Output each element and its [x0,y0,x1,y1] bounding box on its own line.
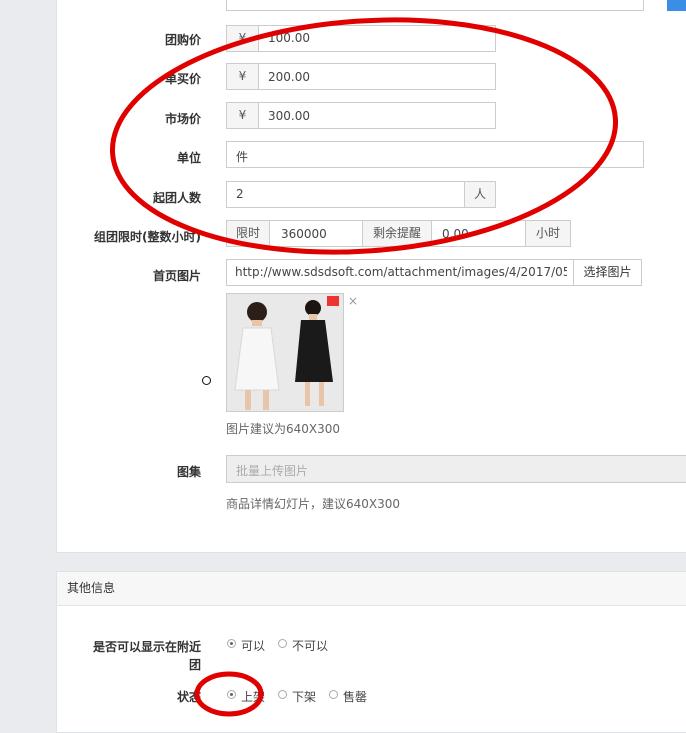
market-price-label: 市场价 [164,112,201,126]
status-on-shelf-label[interactable]: 上架 [241,688,265,705]
unit-label: 单位 [176,151,201,165]
home-image-hint: 图片建议为640X300 [226,422,341,436]
market-price-value: 300.00 [268,109,310,123]
single-price-currency: ¥ [226,63,259,90]
status-sold-out-radio[interactable] [329,690,338,699]
single-price-label: 单买价 [164,72,201,86]
time-limit-value: 360000 [281,227,327,241]
status-on-shelf-radio[interactable] [227,690,236,699]
status-label: 状态 [176,690,201,704]
time-limit-prefix: 限时 [226,220,270,247]
single-price-value: 200.00 [268,70,310,84]
min-people-value: 2 [236,187,244,201]
status-sold-out-label[interactable]: 售罄 [343,688,367,705]
gallery-hint: 商品详情幻灯片，建议640X300 [226,497,401,511]
group-price-value: 100.00 [268,31,310,45]
cursor-dot-icon [202,376,211,385]
gallery-label: 图集 [176,465,201,479]
goods-name-input[interactable] [226,0,644,11]
status-off-shelf-label[interactable]: 下架 [292,688,316,705]
min-people-suffix: 人 [464,181,496,208]
home-image-label: 首页图片 [152,269,201,283]
show-nearby-yes-label[interactable]: 可以 [241,637,265,654]
hours-suffix: 小时 [525,220,571,247]
show-nearby-no-label[interactable]: 不可以 [292,637,328,654]
show-nearby-no-radio[interactable] [278,639,287,648]
dress-photo-icon [227,294,343,411]
other-info-title: 其他信息 [57,572,686,606]
remind-value: 0.00 [442,227,469,241]
top-right-button[interactable] [667,0,686,11]
group-price-label: 团购价 [164,33,201,47]
remind-prefix: 剩余提醒 [362,220,432,247]
min-people-label: 起团人数 [152,191,201,205]
min-people-input[interactable] [226,181,465,208]
market-price-currency: ¥ [226,102,259,129]
select-image-button[interactable]: 选择图片 [573,259,642,286]
time-limit-label: 组团限时(整数小时) [94,230,201,244]
status-off-shelf-radio[interactable] [278,690,287,699]
home-image-url-value: http://www.sdsdsoft.com/attachment/image… [235,265,567,279]
group-price-currency: ¥ [226,25,259,52]
image-thumbnail [226,293,344,412]
show-nearby-yes-radio[interactable] [227,639,236,648]
unit-value: 件 [236,150,249,164]
remove-image-icon[interactable]: × [348,294,358,308]
show-nearby-label-line2: 团 [188,658,201,672]
gallery-placeholder: 批量上传图片 [236,464,309,478]
show-nearby-label-line1: 是否可以显示在附近 [92,640,201,654]
unit-input[interactable] [226,141,644,168]
